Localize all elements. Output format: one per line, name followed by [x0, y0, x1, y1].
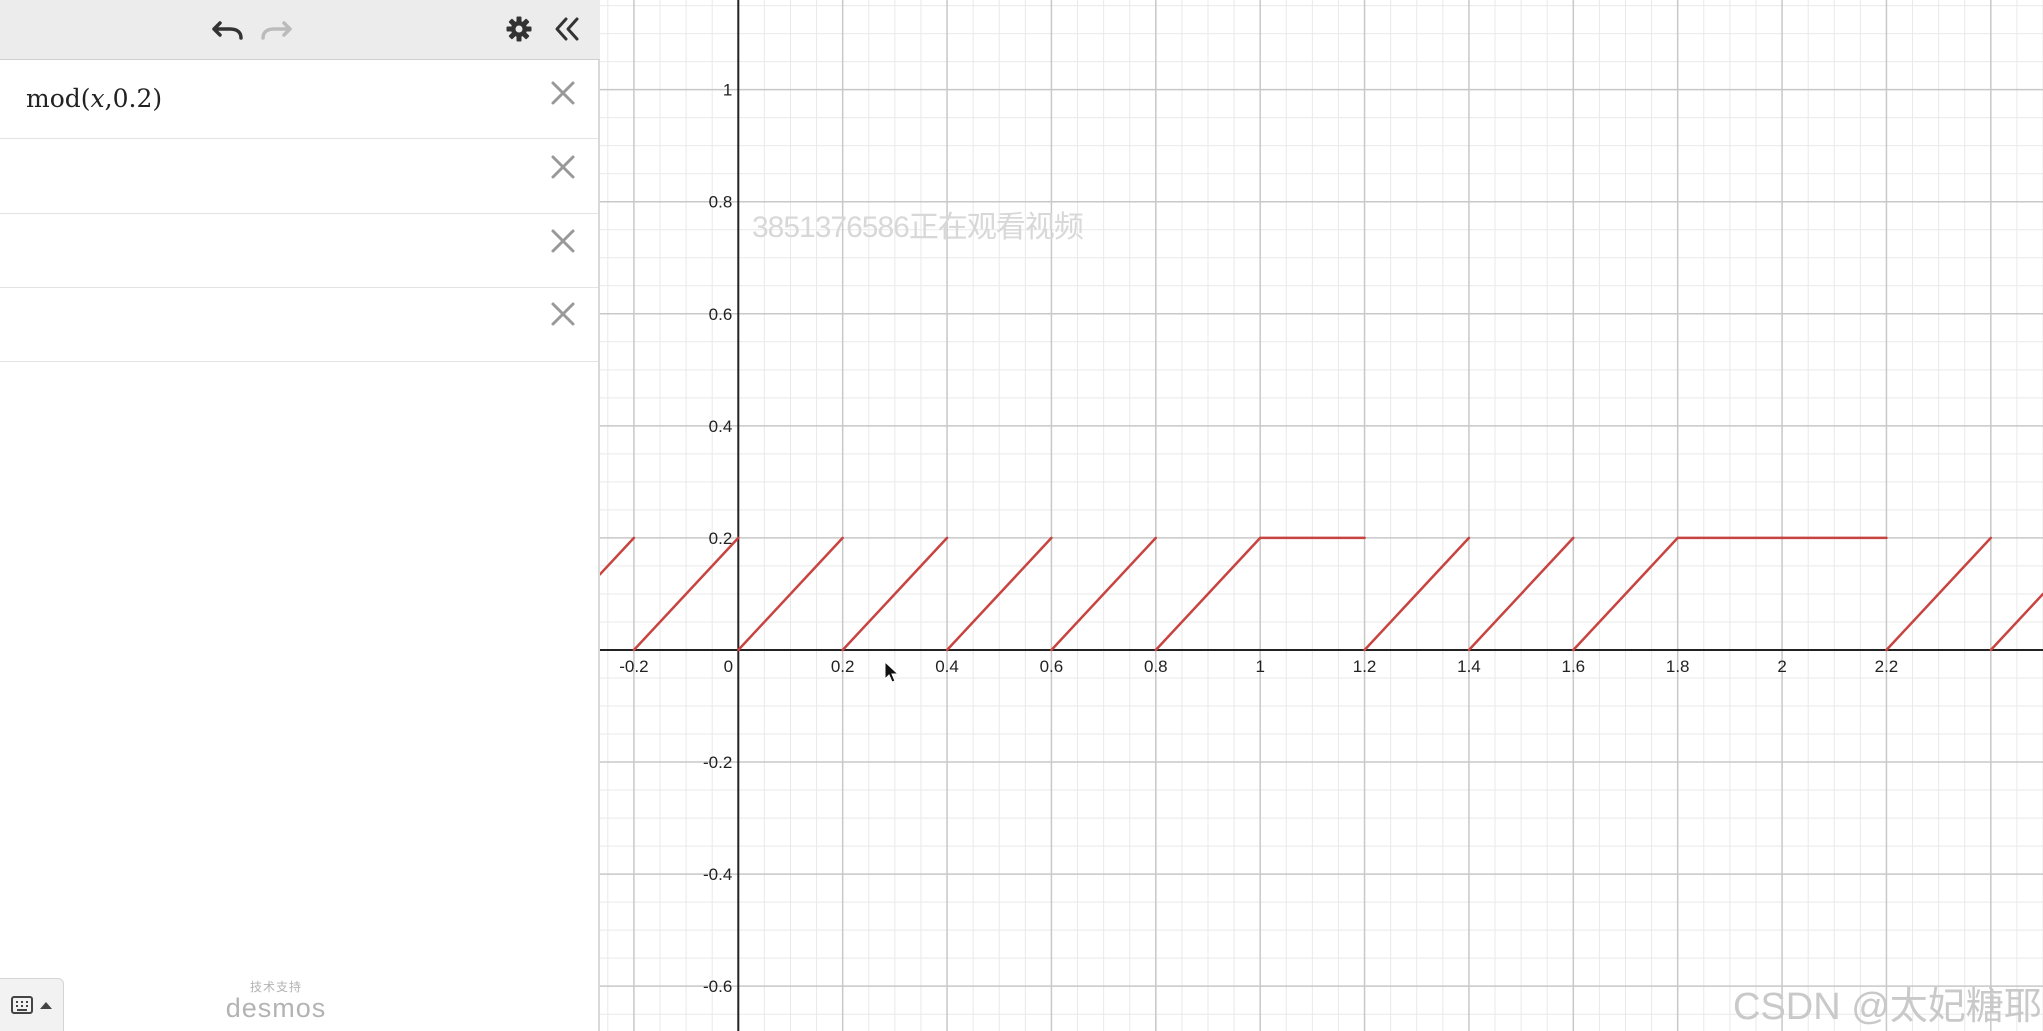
expression-variable: x — [90, 84, 105, 113]
delete-expression-icon[interactable] — [546, 297, 580, 331]
x-tick-label: 2.2 — [1875, 657, 1899, 676]
y-tick-label: -0.6 — [703, 977, 732, 996]
keyboard-icon — [10, 996, 33, 1014]
redo-button[interactable] — [256, 12, 296, 46]
x-tick-label: 0 — [724, 657, 733, 676]
expression-row-2[interactable] — [0, 139, 598, 214]
mouse-cursor-icon — [884, 661, 900, 683]
desmos-logo: desmos — [225, 993, 327, 1023]
expression-arguments: ,0.2) — [104, 84, 163, 113]
x-tick-label: 1.6 — [1561, 657, 1585, 676]
y-tick-label: -0.4 — [703, 865, 732, 884]
double-chevron-left-icon — [555, 17, 579, 41]
expression-math: mod(x,0.2) — [26, 84, 162, 113]
keyboard-toggle-button[interactable] — [0, 978, 64, 1031]
curve-segment — [600, 536, 636, 576]
x-tick-label: 2 — [1777, 657, 1786, 676]
x-tick-label: 0.2 — [831, 657, 855, 676]
powered-by-desmos[interactable]: 技术支持 desmos — [196, 978, 356, 1024]
y-tick-label: 1 — [723, 81, 732, 100]
delete-expression-icon[interactable] — [546, 224, 580, 258]
x-tick-label: 0.6 — [1040, 657, 1064, 676]
x-tick-label: 0.4 — [935, 657, 959, 676]
x-tick-label: -0.2 — [619, 657, 648, 676]
x-tick-label: 1.4 — [1457, 657, 1481, 676]
y-tick-label: 0.2 — [709, 529, 733, 548]
collapse-panel-button[interactable] — [547, 12, 587, 46]
expression-paren-open: ( — [80, 84, 91, 113]
x-tick-label: 0.8 — [1144, 657, 1168, 676]
minor-gridlines — [600, 0, 2043, 1031]
delete-expression-icon[interactable] — [546, 150, 580, 184]
expression-function: mod — [26, 84, 81, 113]
expression-panel: mod(x,0.2) 技术支持 desmos — [0, 0, 600, 1031]
gear-icon — [506, 16, 532, 42]
expression-row-3[interactable] — [0, 214, 598, 288]
y-tick-label: 0.6 — [709, 305, 733, 324]
y-tick-label: 0.4 — [709, 417, 733, 436]
x-tick-label: 1.2 — [1353, 657, 1377, 676]
graph-canvas[interactable]: -0.2 0 0.2 0.4 0.6 0.8 1 1.2 1.4 1.6 1.8 2 2.2 1 0.8 0.… — [600, 0, 2043, 1031]
csdn-watermark: CSDN @太妃糖耶 — [1733, 986, 2042, 1028]
y-tick-label: 0.8 — [709, 193, 733, 212]
y-tick-label: -0.2 — [703, 753, 732, 772]
expression-toolbar — [0, 0, 600, 60]
expression-row-1[interactable]: mod(x,0.2) — [0, 60, 598, 139]
graph-paper[interactable]: -0.2 0 0.2 0.4 0.6 0.8 1 1.2 1.4 1.6 1.8 2 2.2 1 0.8 0.… — [600, 0, 2043, 1031]
redo-arrow-icon — [261, 21, 292, 40]
undo-button[interactable] — [208, 12, 248, 46]
x-tick-label: 1 — [1255, 657, 1264, 676]
delete-expression-icon[interactable] — [546, 76, 580, 110]
settings-button[interactable] — [499, 12, 539, 46]
expression-row-4[interactable] — [0, 288, 598, 362]
caret-up-icon — [39, 1002, 52, 1009]
x-tick-label: 1.8 — [1666, 657, 1690, 676]
viewer-watermark: 3851376586正在观看视频 — [752, 211, 1084, 244]
undo-arrow-icon — [212, 21, 243, 40]
